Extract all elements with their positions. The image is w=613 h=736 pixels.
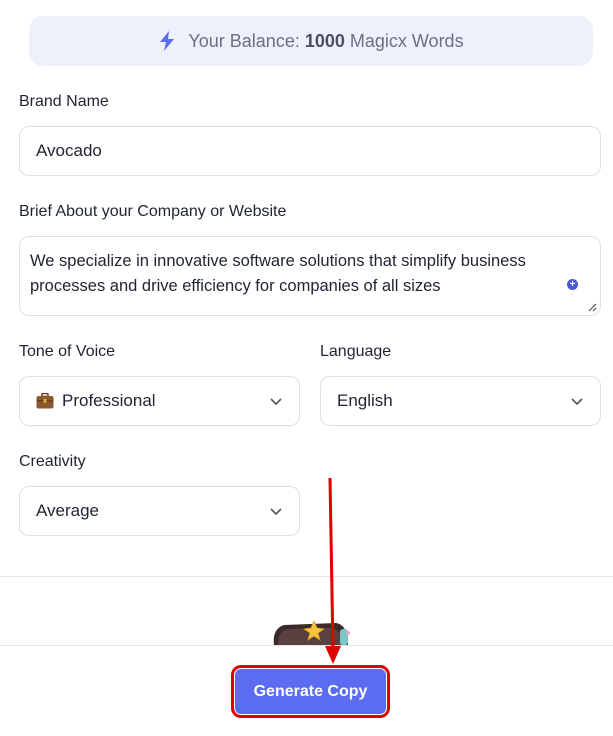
language-select[interactable]: English xyxy=(320,376,601,426)
lightning-bolt-icon xyxy=(158,31,176,51)
language-label: Language xyxy=(320,343,392,360)
plus-circle-icon[interactable]: + xyxy=(567,279,578,290)
briefcase-icon xyxy=(36,392,54,409)
divider xyxy=(0,645,613,646)
treasure-chest-icon xyxy=(270,617,352,645)
brand-name-value: Avocado xyxy=(36,141,102,160)
divider xyxy=(0,576,613,577)
balance-suffix: Magicx Words xyxy=(349,30,464,51)
creativity-select[interactable]: Average xyxy=(19,486,300,536)
generate-copy-button[interactable]: Generate Copy xyxy=(231,665,390,718)
resize-handle-icon[interactable] xyxy=(587,302,597,312)
tone-select[interactable]: Professional xyxy=(19,376,300,426)
chevron-down-icon xyxy=(270,398,282,406)
balance-amount: 1000 xyxy=(304,30,345,51)
brief-label: Brief About your Company or Website xyxy=(19,203,287,220)
tone-label: Tone of Voice xyxy=(19,343,116,360)
chevron-down-icon xyxy=(270,508,282,516)
tone-value: Professional xyxy=(62,391,156,410)
creativity-value: Average xyxy=(36,501,100,520)
creativity-label: Creativity xyxy=(19,453,86,470)
brief-textarea[interactable]: We specialize in innovative software sol… xyxy=(19,236,601,316)
brand-name-input[interactable]: Avocado xyxy=(19,126,601,176)
brief-value: We specialize in innovative software sol… xyxy=(30,252,526,295)
balance-prefix: Your Balance: xyxy=(188,30,300,51)
chevron-down-icon xyxy=(571,398,583,406)
language-value: English xyxy=(337,391,393,410)
balance-banner: Your Balance: 1000 Magicx Words xyxy=(29,16,593,66)
brand-name-label: Brand Name xyxy=(19,93,109,110)
